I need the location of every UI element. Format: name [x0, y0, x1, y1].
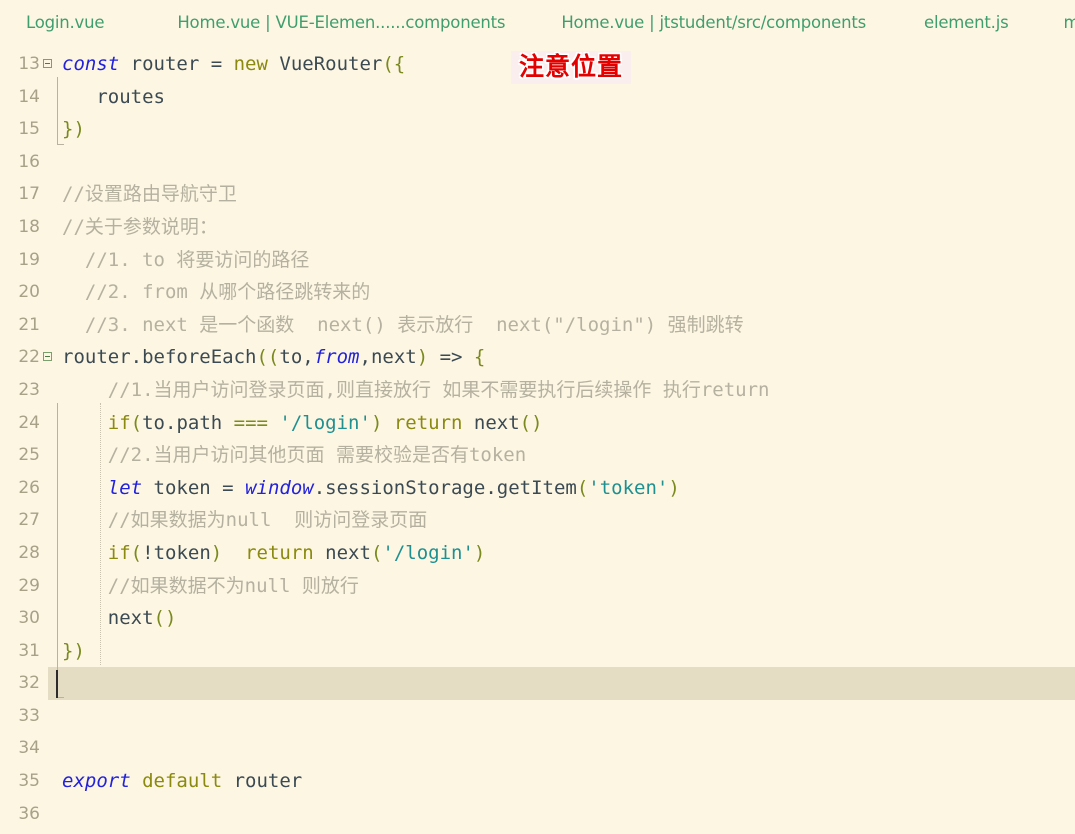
code-line-31[interactable]: 31 }): [0, 635, 1075, 668]
code-line-24[interactable]: 24 if(to.path === '/login') return next(…: [0, 407, 1075, 440]
collapse-icon[interactable]: [43, 352, 52, 362]
line-number: 28: [18, 542, 40, 563]
code-text: //1.当用户访问登录页面,则直接放行 如果不需要执行后续操作 执行return: [62, 378, 770, 401]
editor-code-area[interactable]: 13 const router = new VueRouter({ 14 rou…: [0, 45, 1075, 831]
tab-home-vue-vue-element[interactable]: Home.vue | VUE-Elemen......components: [177, 13, 505, 32]
code-line-23[interactable]: 23 //1.当用户访问登录页面,则直接放行 如果不需要执行后续操作 执行ret…: [0, 374, 1075, 407]
tab-m-truncated[interactable]: m: [1063, 13, 1075, 32]
code-text: //如果数据为null 则访问登录页面: [62, 509, 428, 532]
line-number: 25: [18, 445, 40, 466]
line-number: 26: [18, 477, 40, 498]
line-number: 30: [18, 608, 40, 629]
collapse-icon[interactable]: [43, 59, 52, 68]
line-number: 15: [18, 119, 40, 140]
code-text: //1. to 将要访问的路径: [62, 248, 310, 271]
line-number: 13: [18, 54, 40, 74]
code-line-26[interactable]: 26 let token = window.sessionStorage.get…: [0, 472, 1075, 505]
tab-element-js[interactable]: element.js: [924, 13, 1009, 32]
code-line-19[interactable]: 19 //1. to 将要访问的路径: [0, 244, 1075, 277]
line-number: 20: [18, 282, 40, 303]
line-number: 23: [18, 379, 40, 400]
line-number: 27: [18, 510, 40, 531]
line-number: 18: [18, 216, 40, 237]
code-line-35[interactable]: 35 export default router: [0, 765, 1075, 798]
code-text: //2.当用户访问其他页面 需要校验是否有token: [62, 444, 527, 467]
line-number: 33: [18, 705, 40, 726]
line-number: 29: [18, 575, 40, 596]
line-number: 34: [18, 738, 40, 759]
code-text: const router = new VueRouter({: [62, 53, 406, 75]
code-line-25[interactable]: 25 //2.当用户访问其他页面 需要校验是否有token: [0, 439, 1075, 472]
line-number: 19: [18, 249, 40, 270]
line-number: 24: [18, 412, 40, 433]
line-number: 31: [18, 640, 40, 661]
annotation-note: 注意位置: [511, 51, 632, 84]
code-line-29[interactable]: 29 //如果数据不为null 则放行: [0, 570, 1075, 603]
code-text: //3. next 是一个函数 next() 表示放行 next("/login…: [62, 313, 744, 336]
code-text: //关于参数说明：: [62, 215, 218, 238]
code-text: }): [62, 639, 85, 662]
line-number: 16: [18, 151, 40, 172]
line-number: 32: [18, 673, 40, 694]
text-cursor: [56, 670, 58, 699]
code-text: router.beforeEach((to,from,next) => {: [62, 346, 486, 369]
code-text: }): [62, 118, 85, 141]
code-line-32[interactable]: 32: [0, 667, 1075, 700]
line-number: 14: [18, 86, 40, 107]
code-line-28[interactable]: 28 if(!token) return next('/login'): [0, 537, 1075, 570]
code-line-14[interactable]: 14 routes: [0, 81, 1075, 114]
code-text: routes: [62, 85, 165, 108]
code-line-22[interactable]: 22 router.beforeEach((to,from,next) => {: [0, 341, 1075, 374]
code-line-18[interactable]: 18 //关于参数说明：: [0, 211, 1075, 244]
line-number: 17: [18, 184, 40, 205]
line-number: 35: [18, 771, 40, 792]
code-line-36[interactable]: 36: [0, 798, 1075, 831]
code-line-20[interactable]: 20 //2. from 从哪个路径跳转来的: [0, 276, 1075, 309]
editor-tab-bar: Login.vue Home.vue | VUE-Elemen......com…: [0, 0, 1075, 45]
code-line-16[interactable]: 16: [0, 146, 1075, 179]
line-number: 21: [18, 314, 40, 335]
line-number: 22: [18, 347, 40, 368]
tab-login-vue[interactable]: Login.vue: [26, 13, 105, 32]
code-text: let token = window.sessionStorage.getIte…: [107, 476, 680, 499]
code-line-15[interactable]: 15 }): [0, 113, 1075, 146]
code-line-33[interactable]: 33: [0, 700, 1075, 733]
code-text: if(to.path === '/login') return next(): [107, 411, 543, 434]
line-number: 36: [18, 803, 40, 824]
code-text: //设置路由导航守卫: [62, 183, 237, 206]
code-line-17[interactable]: 17 //设置路由导航守卫: [0, 178, 1075, 211]
code-line-21[interactable]: 21 //3. next 是一个函数 next() 表示放行 next("/lo…: [0, 309, 1075, 342]
code-text: export default router: [62, 770, 303, 793]
code-line-30[interactable]: 30 next(): [0, 602, 1075, 635]
code-text: next(): [107, 607, 177, 630]
current-line-highlight: [48, 667, 1075, 700]
code-editor-window: Login.vue Home.vue | VUE-Elemen......com…: [0, 0, 1075, 834]
code-line-34[interactable]: 34: [0, 732, 1075, 765]
tab-home-vue-jtstudent[interactable]: Home.vue | jtstudent/src/components: [561, 13, 866, 32]
code-text: //2. from 从哪个路径跳转来的: [62, 281, 371, 304]
code-line-27[interactable]: 27 //如果数据为null 则访问登录页面: [0, 504, 1075, 537]
code-text: if(!token) return next('/login'): [107, 541, 486, 564]
code-text: //如果数据不为null 则放行: [62, 574, 359, 597]
